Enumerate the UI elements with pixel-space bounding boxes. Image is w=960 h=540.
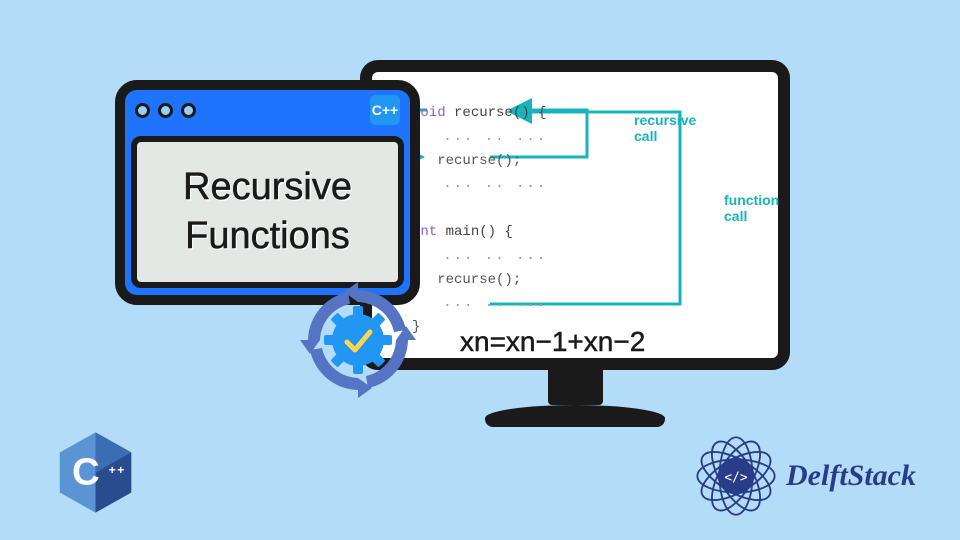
cpp-badge-icon: C++ <box>370 95 400 125</box>
code-line-10: ... .. ... <box>412 292 547 316</box>
annotation-recursive-call: recursive call <box>634 112 696 144</box>
svg-text:+: + <box>109 463 116 477</box>
cpp-hex-logo-icon: C + + <box>58 430 133 515</box>
code-line-1: void recurse() { <box>412 102 547 126</box>
monitor-neck <box>548 370 603 405</box>
app-window-title: Recursive Functions <box>131 136 404 288</box>
code-line-4: ... .. ... <box>412 173 547 197</box>
title-line-1: Recursive <box>183 163 352 212</box>
code-line-5: } <box>412 197 547 221</box>
traffic-dot-1 <box>135 103 150 118</box>
code-line-9: recurse(); <box>412 269 547 293</box>
svg-text:+: + <box>117 463 124 477</box>
code-line-2: ... .. ... <box>412 126 547 150</box>
delftstack-logo: </> DelftStack <box>690 430 916 522</box>
delftstack-rosette-icon: </> <box>690 430 782 522</box>
monitor-illustration: void recurse() { ... .. ... recurse(); .… <box>360 60 790 440</box>
monitor-screen: void recurse() { ... .. ... recurse(); .… <box>360 60 790 370</box>
refresh-gear-icon <box>298 280 418 400</box>
delftstack-brand-text: DelftStack <box>786 459 916 493</box>
code-line-7: int main() { <box>412 221 547 245</box>
app-window: C++ Recursive Functions <box>115 80 420 305</box>
title-line-2: Functions <box>185 212 350 261</box>
traffic-dot-3 <box>181 103 196 118</box>
svg-text:</>: </> <box>724 471 748 486</box>
app-titlebar: C++ <box>125 90 410 130</box>
svg-text:C: C <box>72 451 100 494</box>
traffic-dot-2 <box>158 103 173 118</box>
monitor-base <box>485 405 665 427</box>
equation-text: xn=xn−1+xn−2 <box>460 326 645 358</box>
code-line-8: ... .. ... <box>412 245 547 269</box>
annotation-function-call: function call <box>724 192 779 224</box>
code-block: void recurse() { ... .. ... recurse(); .… <box>412 102 547 340</box>
code-line-3: recurse(); <box>412 150 547 174</box>
